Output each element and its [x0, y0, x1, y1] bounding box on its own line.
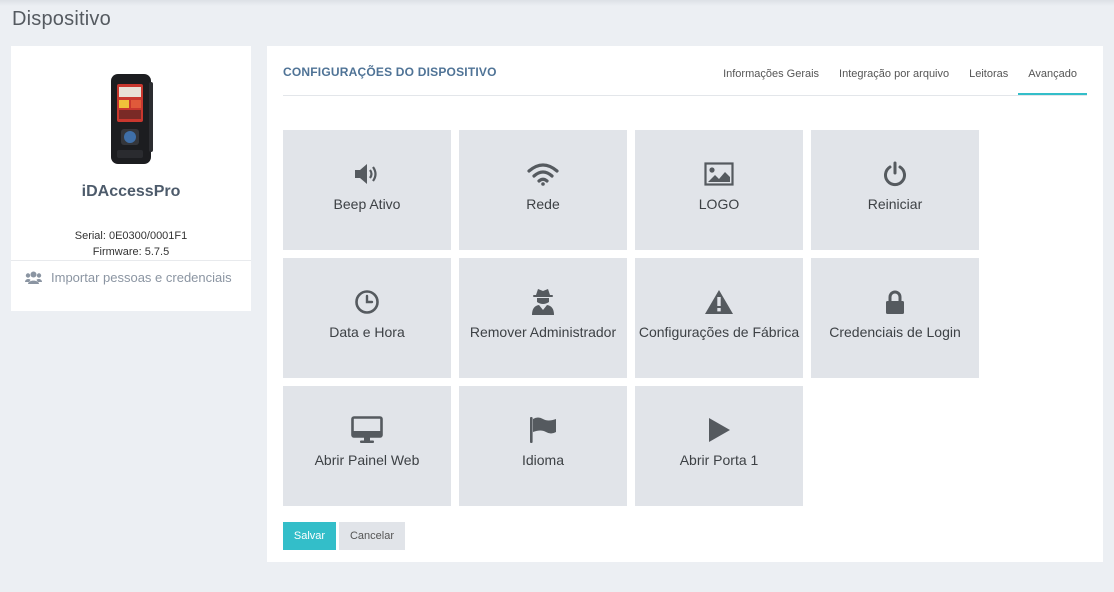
- power-icon: [884, 161, 906, 187]
- tile-open-web-panel[interactable]: Abrir Painel Web: [283, 386, 451, 506]
- tile-beep[interactable]: Beep Ativo: [283, 130, 451, 250]
- tab-bar: Informações Gerais Integração por arquiv…: [713, 58, 1087, 96]
- device-card: iDAccessPro Serial: 0E0300/0001F1 Firmwa…: [11, 46, 251, 311]
- tile-login-credentials-label: Credenciais de Login: [829, 324, 961, 340]
- tile-beep-label: Beep Ativo: [333, 196, 401, 212]
- tile-open-web-panel-label: Abrir Painel Web: [314, 452, 420, 468]
- tile-language[interactable]: Idioma: [459, 386, 627, 506]
- import-people-label: Importar pessoas e credenciais: [51, 270, 232, 285]
- tile-login-credentials[interactable]: Credenciais de Login: [811, 258, 979, 378]
- tab-file-integration[interactable]: Integração por arquivo: [829, 58, 959, 96]
- tile-logo-label: LOGO: [698, 196, 740, 212]
- card-divider: [11, 260, 251, 261]
- panel-title: CONFIGURAÇÕES DO DISPOSITIVO: [283, 65, 497, 79]
- users-icon: [25, 271, 42, 284]
- volume-icon: [355, 164, 377, 184]
- clock-icon: [355, 290, 379, 314]
- device-name: iDAccessPro: [81, 183, 181, 200]
- tile-remove-admin[interactable]: Remover Administrador: [459, 258, 627, 378]
- device-firmware: Firmware: 5.7.5: [92, 246, 170, 258]
- device-settings-panel: CONFIGURAÇÕES DO DISPOSITIVO Informações…: [267, 46, 1103, 562]
- lock-icon: [886, 290, 904, 314]
- tile-logo[interactable]: LOGO: [635, 130, 803, 250]
- import-people-link[interactable]: Importar pessoas e credenciais: [25, 270, 232, 285]
- tile-open-door-1-label: Abrir Porta 1: [679, 452, 759, 468]
- tab-general-info[interactable]: Informações Gerais: [713, 58, 829, 96]
- tile-restart-label: Reiniciar: [867, 196, 923, 212]
- page-title: Dispositivo: [12, 8, 111, 30]
- tile-open-door-1[interactable]: Abrir Porta 1: [635, 386, 803, 506]
- tile-date-time[interactable]: Data e Hora: [283, 258, 451, 378]
- flag-icon: [530, 417, 556, 443]
- tile-restart[interactable]: Reiniciar: [811, 130, 979, 250]
- tile-network-label: Rede: [526, 196, 560, 212]
- panel-divider: [283, 95, 1087, 96]
- wifi-icon: [527, 163, 559, 186]
- user-secret-icon: [532, 289, 554, 315]
- tile-remove-admin-label: Remover Administrador: [469, 324, 617, 340]
- device-serial: Serial: 0E0300/0001F1: [74, 230, 188, 242]
- device-image: [111, 74, 153, 164]
- tab-advanced[interactable]: Avançado: [1018, 58, 1087, 96]
- warning-icon: [705, 290, 733, 314]
- play-icon: [709, 418, 730, 442]
- tile-factory-settings-label: Configurações de Fábrica: [638, 324, 800, 340]
- tile-language-label: Idioma: [521, 452, 565, 468]
- tab-readers[interactable]: Leitoras: [959, 58, 1018, 96]
- tile-network[interactable]: Rede: [459, 130, 627, 250]
- top-shadow: [0, 0, 1114, 6]
- tile-factory-settings[interactable]: Configurações de Fábrica: [635, 258, 803, 378]
- save-button[interactable]: Salvar: [283, 522, 336, 550]
- tile-date-time-label: Data e Hora: [329, 324, 405, 340]
- cancel-button[interactable]: Cancelar: [339, 522, 405, 550]
- monitor-icon: [351, 416, 383, 443]
- image-icon: [704, 162, 734, 186]
